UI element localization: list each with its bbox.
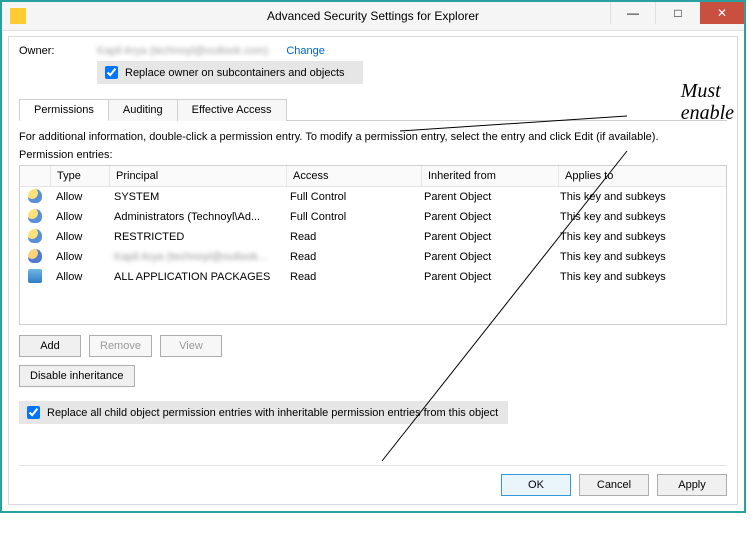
replace-owner-container: Replace owner on subcontainers and objec…: [97, 61, 363, 84]
remove-button[interactable]: Remove: [89, 335, 152, 357]
table-row[interactable]: AllowKapil Arya (technoyl@outlook...Read…: [20, 247, 726, 267]
cell-access: Read: [284, 251, 418, 263]
cell-inherited: Parent Object: [418, 271, 554, 283]
cell-principal: Kapil Arya (technoyl@outlook...: [108, 251, 284, 263]
entry-buttons: Add Remove View: [19, 335, 727, 357]
replace-owner-checkbox[interactable]: [105, 66, 118, 79]
window-controls: — □ ✕: [610, 2, 744, 24]
table-row[interactable]: AllowSYSTEMFull ControlParent ObjectThis…: [20, 187, 726, 207]
change-owner-link[interactable]: Change: [286, 45, 325, 57]
add-button[interactable]: Add: [19, 335, 81, 357]
cell-principal: RESTRICTED: [108, 231, 284, 243]
cell-inherited: Parent Object: [418, 191, 554, 203]
apply-button[interactable]: Apply: [657, 474, 727, 496]
titlebar: Advanced Security Settings for Explorer …: [2, 2, 744, 31]
table-header: Type Principal Access Inherited from App…: [20, 166, 726, 187]
info-text: For additional information, double-click…: [19, 131, 727, 143]
cell-access: Read: [284, 271, 418, 283]
cell-type: Allow: [50, 251, 108, 263]
annotation-text: Must enable: [681, 80, 734, 124]
replace-child-label: Replace all child object permission entr…: [47, 407, 498, 419]
column-access[interactable]: Access: [287, 166, 422, 186]
cell-applies: This key and subkeys: [554, 191, 726, 203]
table-row[interactable]: AllowAdministrators (Technoyl\Ad...Full …: [20, 207, 726, 227]
cell-access: Full Control: [284, 211, 418, 223]
replace-child-container: Replace all child object permission entr…: [19, 401, 508, 424]
owner-row: Owner: Kapil Arya (technoyl@outlook.com)…: [19, 45, 727, 57]
owner-name: Kapil Arya (technoyl@outlook.com): [97, 45, 268, 57]
cell-type: Allow: [50, 271, 108, 283]
owner-label: Owner:: [19, 45, 79, 57]
column-principal[interactable]: Principal: [110, 166, 287, 186]
cell-inherited: Parent Object: [418, 251, 554, 263]
ok-button[interactable]: OK: [501, 474, 571, 496]
cell-principal: SYSTEM: [108, 191, 284, 203]
principal-icon: [28, 209, 42, 223]
view-button[interactable]: View: [160, 335, 222, 357]
column-applies[interactable]: Applies to: [559, 166, 726, 186]
tab-permissions[interactable]: Permissions: [19, 99, 109, 121]
tab-effective-access[interactable]: Effective Access: [177, 99, 287, 121]
permission-table: Type Principal Access Inherited from App…: [19, 165, 727, 325]
cell-access: Full Control: [284, 191, 418, 203]
table-row[interactable]: AllowALL APPLICATION PACKAGESReadParent …: [20, 267, 726, 287]
cell-applies: This key and subkeys: [554, 251, 726, 263]
tab-bar: Permissions Auditing Effective Access: [19, 98, 727, 121]
disable-inheritance-button[interactable]: Disable inheritance: [19, 365, 135, 387]
cell-applies: This key and subkeys: [554, 271, 726, 283]
footer-divider: [19, 465, 727, 466]
principal-icon: [28, 229, 42, 243]
replace-owner-label: Replace owner on subcontainers and objec…: [125, 67, 345, 79]
annotation-line1: Must: [681, 80, 734, 102]
column-inherited[interactable]: Inherited from: [422, 166, 559, 186]
cell-applies: This key and subkeys: [554, 211, 726, 223]
cell-type: Allow: [50, 211, 108, 223]
folder-icon: [10, 8, 26, 24]
maximize-button[interactable]: □: [655, 2, 700, 24]
column-type[interactable]: Type: [51, 166, 110, 186]
cell-type: Allow: [50, 231, 108, 243]
table-row[interactable]: AllowRESTRICTEDReadParent ObjectThis key…: [20, 227, 726, 247]
cancel-button[interactable]: Cancel: [579, 474, 649, 496]
principal-icon: [28, 249, 42, 263]
cell-principal: Administrators (Technoyl\Ad...: [108, 211, 284, 223]
cell-inherited: Parent Object: [418, 231, 554, 243]
replace-child-checkbox[interactable]: [27, 406, 40, 419]
window-frame: Advanced Security Settings for Explorer …: [0, 0, 746, 513]
column-icon: [22, 166, 51, 186]
minimize-button[interactable]: —: [610, 2, 655, 24]
cell-inherited: Parent Object: [418, 211, 554, 223]
tab-auditing[interactable]: Auditing: [108, 99, 178, 121]
cell-applies: This key and subkeys: [554, 231, 726, 243]
cell-access: Read: [284, 231, 418, 243]
annotation-line2: enable: [681, 102, 734, 124]
principal-icon: [28, 269, 42, 283]
close-button[interactable]: ✕: [700, 2, 744, 24]
footer-buttons: OK Cancel Apply: [501, 474, 727, 496]
content-area: Owner: Kapil Arya (technoyl@outlook.com)…: [8, 36, 738, 505]
cell-type: Allow: [50, 191, 108, 203]
principal-icon: [28, 189, 42, 203]
cell-principal: ALL APPLICATION PACKAGES: [108, 271, 284, 283]
permission-entries-label: Permission entries:: [19, 149, 727, 161]
